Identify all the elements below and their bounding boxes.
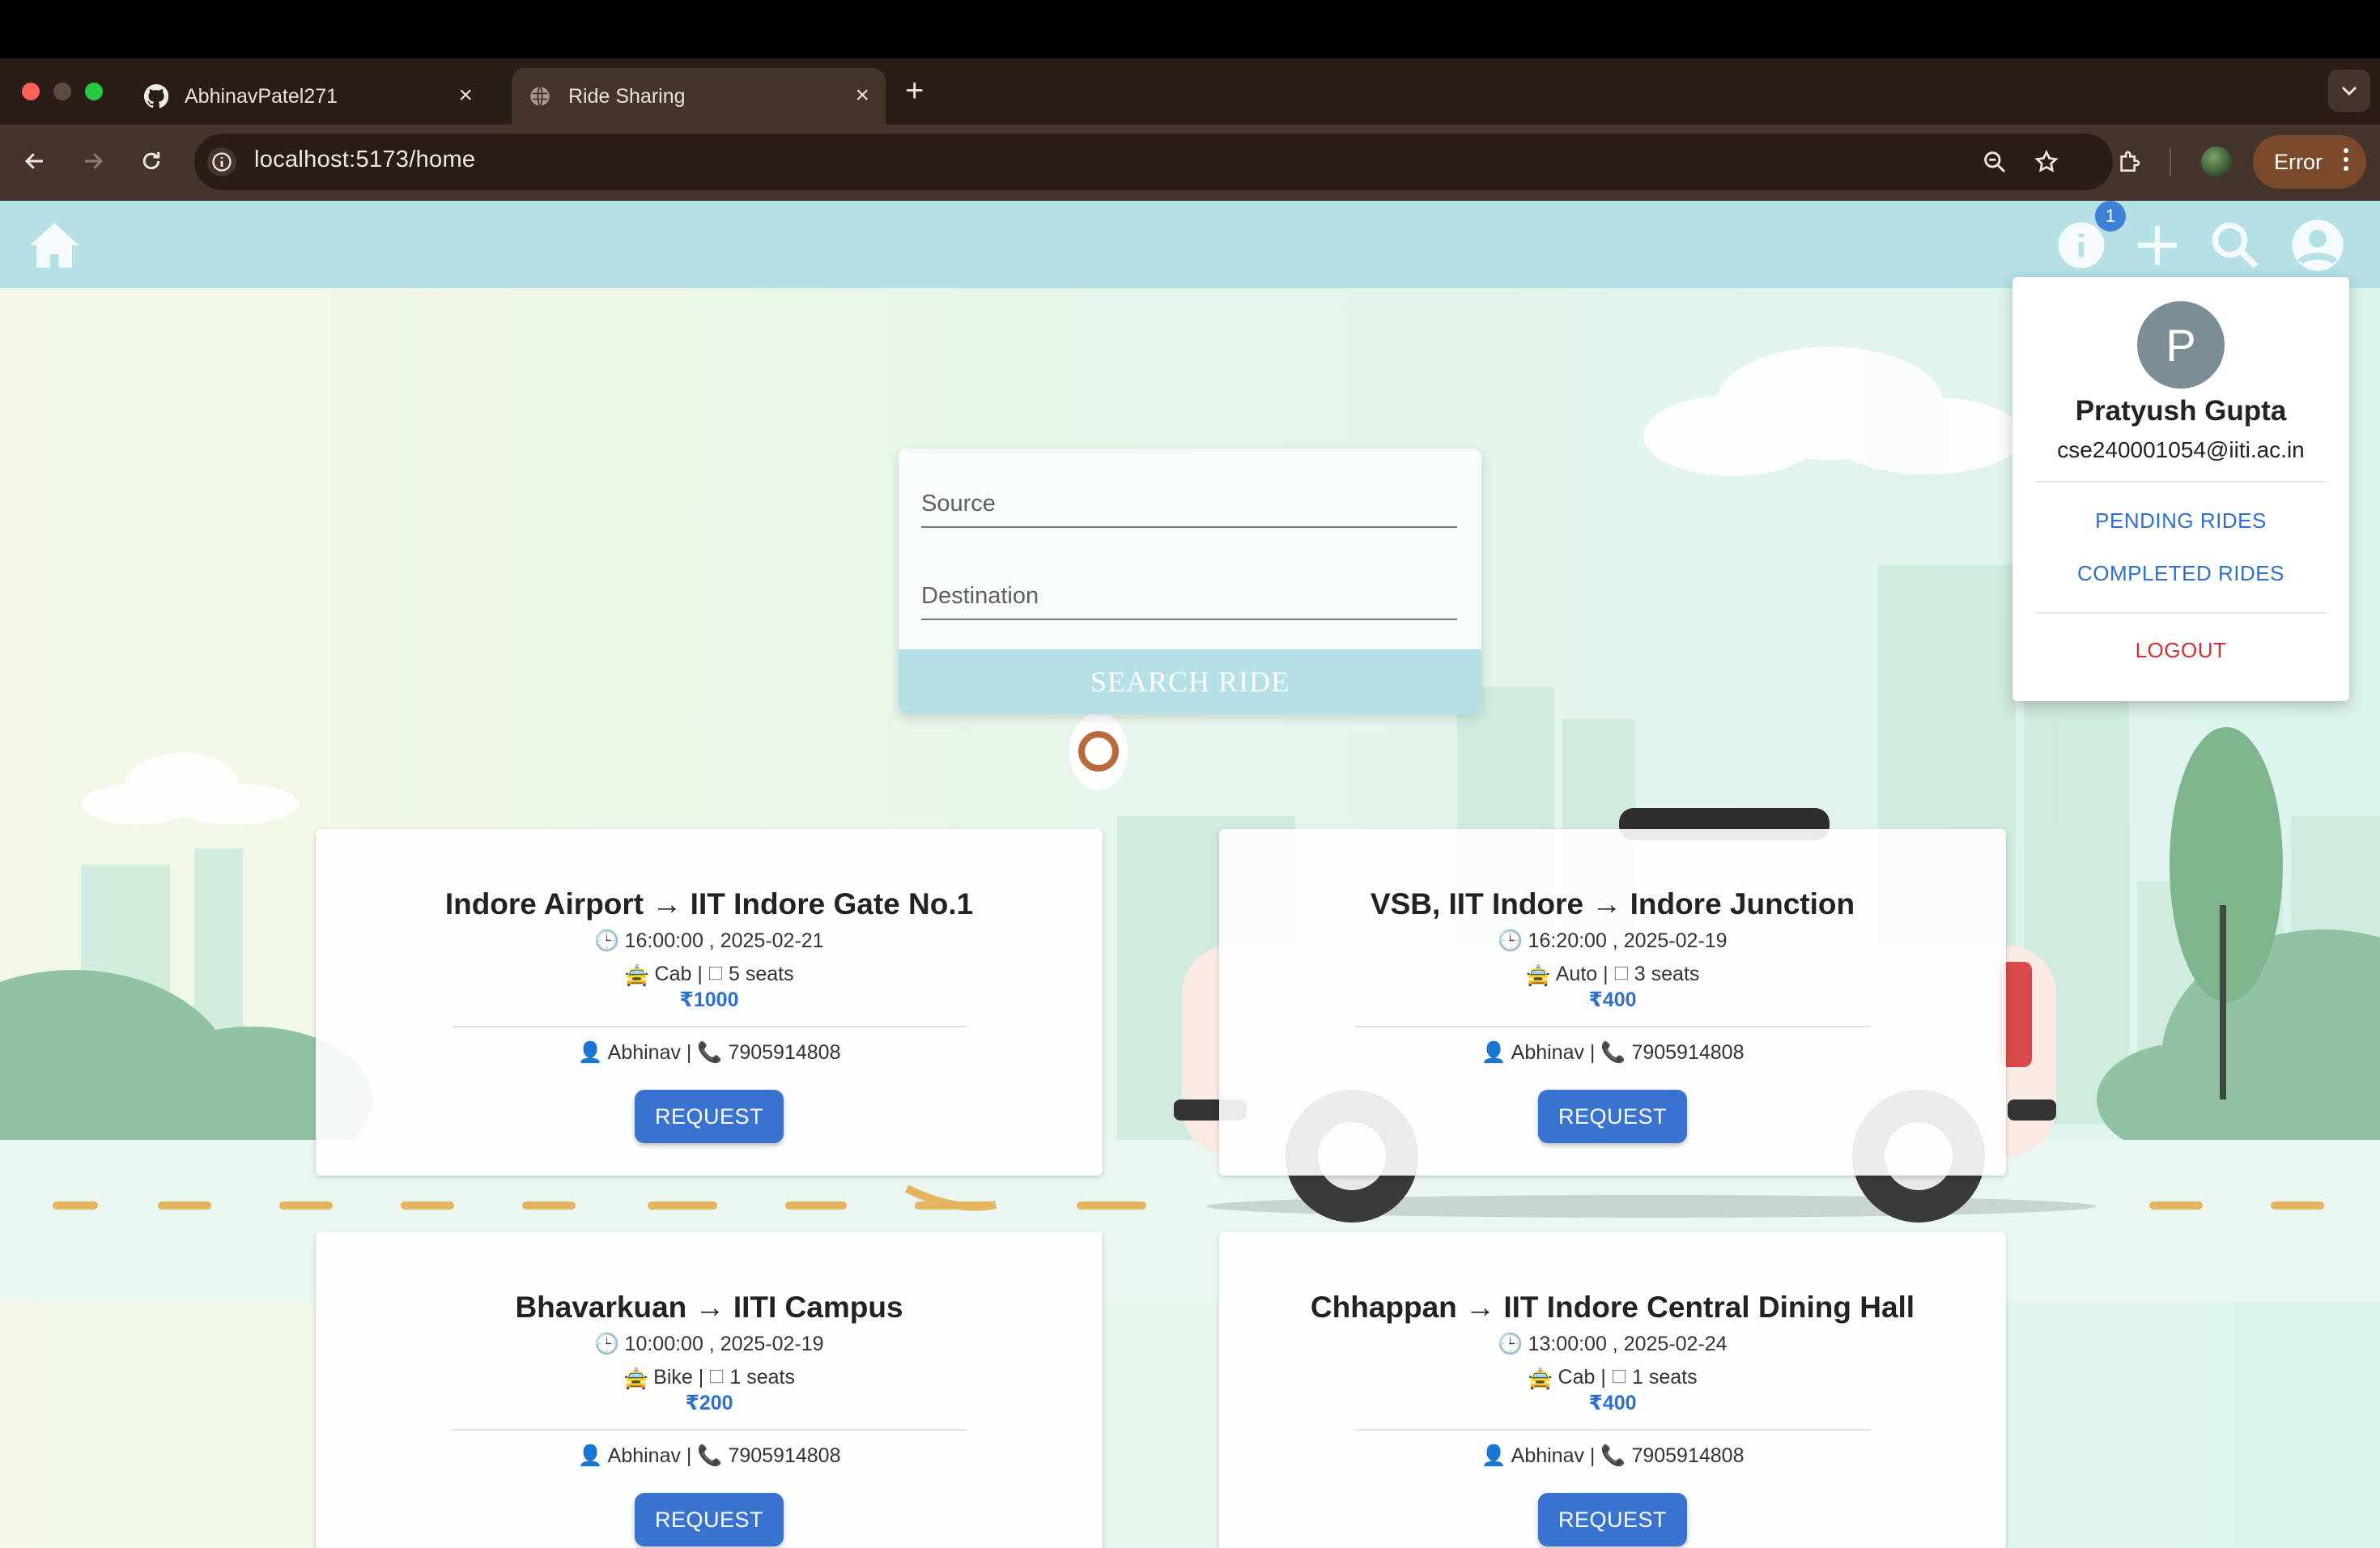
- mac-menu-bar: [0, 0, 2380, 58]
- card-divider: [1355, 1026, 1870, 1027]
- extensions-puzzle-icon[interactable]: [2113, 146, 2145, 178]
- site-info-icon[interactable]: [207, 147, 236, 176]
- clock-icon: 🕒: [594, 929, 620, 952]
- close-tab-icon[interactable]: ×: [855, 83, 869, 108]
- request-button[interactable]: REQUEST: [635, 1493, 784, 1546]
- card-divider: [452, 1429, 967, 1431]
- reload-icon[interactable]: [133, 142, 170, 180]
- ride-driver: Abhinav | 📞 7905914808: [607, 1041, 841, 1064]
- menu-divider: [2035, 481, 2327, 483]
- clock-icon: 🕒: [594, 1333, 620, 1355]
- ride-route: VSB, IIT Indore → Indore Junction: [1370, 887, 1855, 921]
- car-icon: 🚖: [1528, 1367, 1553, 1390]
- ride-card: Chhappan → IIT Indore Central Dining Hal…: [1219, 1232, 2006, 1548]
- ride-time-row: 🕒 16:00:00 , 2025-02-21: [316, 929, 1103, 953]
- globe-icon: [528, 84, 552, 108]
- toolbar-separator: [2170, 147, 2171, 176]
- ride-driver: Abhinav | 📞 7905914808: [1511, 1444, 1745, 1467]
- ride-route: Indore Airport → IIT Indore Gate No.1: [444, 887, 974, 921]
- tab-search-chevron-icon[interactable]: [2328, 70, 2370, 112]
- url-text[interactable]: localhost:5173/home: [254, 147, 475, 173]
- new-tab-icon[interactable]: +: [905, 73, 924, 108]
- profile-name: Pratyush Gupta: [2075, 395, 2287, 427]
- ride-driver-row: 👤 Abhinav | 📞 7905914808: [1219, 1444, 2006, 1468]
- ride-route: Bhavarkuan → IITI Campus: [515, 1291, 903, 1324]
- search-icon[interactable]: [2208, 219, 2262, 272]
- tab-ride-sharing[interactable]: Ride Sharing ×: [512, 68, 886, 125]
- ride-card: Bhavarkuan → IITI Campus 🕒 10:00:00 , 202…: [316, 1232, 1103, 1548]
- logout-link[interactable]: LOGOUT: [2012, 638, 2349, 663]
- user-icon: 👤: [577, 1041, 603, 1064]
- card-divider: [1355, 1429, 1870, 1431]
- profile-email: cse240001054@iiti.ac.in: [2057, 437, 2305, 462]
- card-divider: [452, 1026, 967, 1027]
- menu-divider: [2035, 612, 2327, 614]
- ride-time-row: 🕒 10:00:00 , 2025-02-19: [316, 1333, 1103, 1356]
- ride-driver-row: 👤 Abhinav | 📞 7905914808: [316, 1444, 1103, 1468]
- ride-time: 10:00:00 , 2025-02-19: [624, 1333, 824, 1355]
- forward-arrow-icon[interactable]: [74, 142, 112, 180]
- ride-price: ₹1000: [679, 989, 739, 1011]
- ride-time-row: 🕒 13:00:00 , 2025-02-24: [1219, 1333, 2006, 1356]
- clock-icon: 🕒: [1498, 1333, 1524, 1355]
- error-button[interactable]: Error: [2253, 135, 2366, 189]
- request-button[interactable]: REQUEST: [1538, 1090, 1687, 1143]
- ride-card: VSB, IIT Indore → Indore Junction 🕒 16:20…: [1219, 829, 2006, 1176]
- profile-dropdown: P Pratyush Gupta cse240001054@iiti.ac.in…: [2012, 277, 2349, 701]
- close-window-button[interactable]: [22, 83, 40, 100]
- account-circle-icon[interactable]: [2291, 219, 2344, 272]
- destination-field[interactable]: [921, 573, 1457, 620]
- ride-driver: Abhinav | 📞 7905914808: [1511, 1041, 1745, 1064]
- user-icon: 👤: [1481, 1041, 1507, 1064]
- address-bar[interactable]: [194, 134, 2113, 190]
- zoom-icon[interactable]: [1978, 146, 2011, 178]
- request-button[interactable]: REQUEST: [635, 1090, 784, 1143]
- ride-card: Indore Airport → IIT Indore Gate No.1 🕒 1…: [316, 829, 1103, 1176]
- request-button[interactable]: REQUEST: [1538, 1493, 1687, 1546]
- profile-avatar: P: [2137, 301, 2225, 389]
- minimize-window-button[interactable]: [53, 83, 71, 100]
- bookmark-star-icon[interactable]: [2030, 146, 2063, 178]
- car-icon: 🚖: [623, 1367, 649, 1390]
- source-input[interactable]: [921, 481, 1457, 526]
- ride-time: 16:20:00 , 2025-02-19: [1528, 929, 1728, 952]
- back-arrow-icon[interactable]: [16, 142, 53, 180]
- car-icon: 🚖: [1525, 964, 1551, 987]
- user-icon: 👤: [577, 1444, 603, 1467]
- add-ride-plus-icon[interactable]: [2131, 219, 2184, 272]
- home-icon[interactable]: [28, 220, 81, 270]
- ride-price: ₹400: [1588, 989, 1637, 1011]
- search-ride-form: SEARCH RIDE: [899, 449, 1481, 714]
- completed-rides-link[interactable]: COMPLETED RIDES: [2012, 561, 2349, 586]
- pending-rides-link[interactable]: PENDING RIDES: [2012, 508, 2349, 534]
- tab-title: Ride Sharing: [568, 84, 686, 108]
- notification-badge: 1: [2095, 201, 2126, 232]
- car-icon: 🚖: [624, 964, 650, 987]
- ride-driver: Abhinav | 📞 7905914808: [607, 1444, 841, 1467]
- ride-driver-row: 👤 Abhinav | 📞 7905914808: [316, 1041, 1103, 1065]
- ride-time: 16:00:00 , 2025-02-21: [624, 929, 824, 952]
- kebab-menu-icon: [2344, 148, 2348, 175]
- ride-time: 13:00:00 , 2025-02-24: [1528, 1333, 1728, 1355]
- ride-driver-row: 👤 Abhinav | 📞 7905914808: [1219, 1041, 2006, 1065]
- source-field[interactable]: [921, 481, 1457, 528]
- profile-avatar-icon[interactable]: [2201, 147, 2232, 177]
- ride-price: ₹200: [685, 1392, 733, 1414]
- user-icon: 👤: [1481, 1444, 1507, 1467]
- error-label: Error: [2274, 149, 2323, 174]
- ride-route: Chhappan → IIT Indore Central Dining Hal…: [1310, 1291, 1915, 1324]
- github-icon: [144, 84, 168, 108]
- ride-time-row: 🕒 16:20:00 , 2025-02-19: [1219, 929, 2006, 953]
- app-navbar: [0, 201, 2380, 288]
- search-ride-button[interactable]: SEARCH RIDE: [899, 649, 1481, 714]
- zoom-window-button[interactable]: [85, 83, 103, 100]
- tab-github[interactable]: AbhinavPatel271 ×: [128, 68, 489, 125]
- tab-title: AbhinavPatel271: [185, 84, 338, 108]
- clock-icon: 🕒: [1498, 929, 1524, 952]
- ride-price: ₹400: [1588, 1392, 1637, 1414]
- close-tab-icon[interactable]: ×: [458, 83, 473, 108]
- destination-input[interactable]: [921, 573, 1457, 619]
